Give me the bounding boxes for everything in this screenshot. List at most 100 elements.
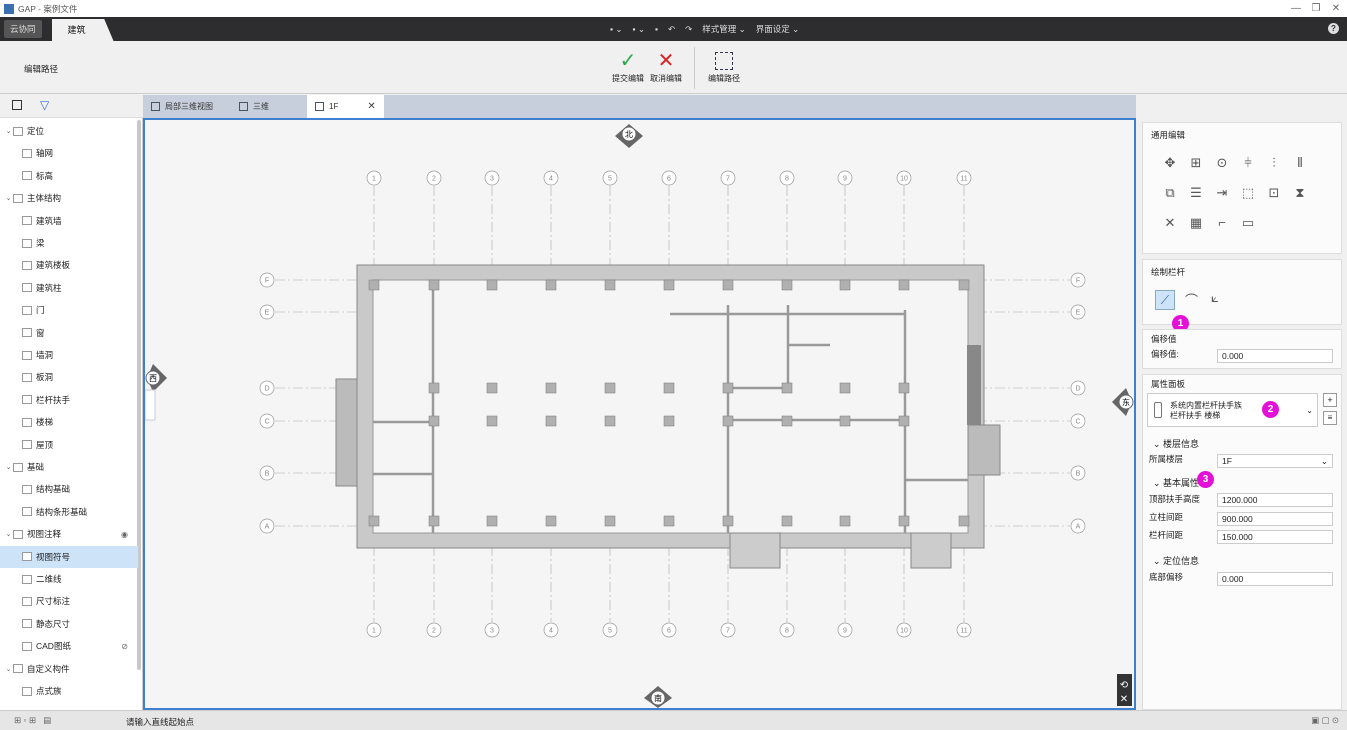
tab-collab[interactable]: 云协同 — [4, 20, 42, 38]
delete-icon[interactable]: ✕ — [1157, 213, 1183, 233]
tree-item[interactable]: 结构条形基础 — [0, 501, 138, 523]
cancel-edit-button[interactable]: ✕ 取消编辑 — [648, 49, 684, 84]
tree-item[interactable]: CAD图纸 ⊘ — [0, 635, 138, 657]
tree-item[interactable]: 窗 — [0, 322, 138, 344]
south-marker[interactable]: 南 — [644, 686, 672, 708]
tree-item[interactable]: 结构基础 — [0, 478, 138, 500]
tree-item-label: 门 — [36, 305, 45, 316]
drawing-viewport[interactable]: 1 1 2 2 3 3 4 4 5 5 6 6 7 7 8 8 9 9 10 10 11 11 F F E E D D C C B B A A 北 — [143, 118, 1136, 710]
visibility-icon[interactable]: ◉ — [121, 530, 128, 539]
expand-chevron-icon[interactable]: ⌄ — [4, 530, 13, 538]
style-manager-button[interactable]: 样式管理 ⌄ — [702, 23, 745, 35]
close-view-icon[interactable]: ✕ — [1120, 694, 1128, 705]
floor-section-header[interactable]: ⌄ 楼层信息 — [1153, 437, 1199, 450]
tree-item[interactable]: 板洞 — [0, 366, 138, 388]
expand-chevron-icon[interactable]: ⌄ — [4, 665, 13, 673]
expand-chevron-icon[interactable]: ⌄ — [4, 194, 13, 202]
family-list-button[interactable]: ≡ — [1323, 411, 1337, 425]
post-spacing-input[interactable]: 900.000 — [1217, 512, 1333, 526]
minimize-button[interactable]: — — [1286, 0, 1306, 17]
array-icon[interactable]: ⧉ — [1157, 183, 1183, 203]
tree-item[interactable]: 建筑柱 — [0, 277, 138, 299]
group-icon[interactable]: ⊡ — [1261, 183, 1287, 203]
rotate-icon[interactable]: ⟲ — [1120, 680, 1129, 691]
move-icon[interactable]: ✥ — [1157, 153, 1183, 173]
status-bar: ⊞ ▫ ⊞ ▤ 请输入直线起始点 ▣ ▢ ⊙ — [0, 710, 1347, 730]
pick-line-icon[interactable]: ⟀ — [1211, 290, 1219, 306]
doc-tab-1f[interactable]: 1F ✕ — [307, 95, 384, 118]
tab-build[interactable]: 建筑 — [51, 19, 114, 41]
redo-icon[interactable]: ↷ — [685, 24, 692, 35]
offset-icon[interactable]: ☰ — [1183, 183, 1209, 203]
tree-item[interactable]: 楼梯 — [0, 411, 138, 433]
doc-tab-local-3d[interactable]: 局部三维视图 — [143, 95, 221, 118]
ribbon: 编辑路径 ✓ 提交编辑 ✕ 取消编辑 编辑路径 — [0, 41, 1347, 94]
line-draw-icon[interactable]: ⟋ — [1155, 290, 1175, 310]
tree-item[interactable]: ⌄ 视图注释 ◉ — [0, 523, 138, 545]
edit-path-button[interactable]: 编辑路径 — [704, 49, 744, 84]
tools-icon[interactable]: ▪ ⌄ — [633, 24, 646, 35]
hidden-icon[interactable]: ⊘ — [121, 642, 128, 651]
arc-draw-icon[interactable]: ⌒ — [1185, 290, 1198, 309]
expand-chevron-icon[interactable]: ⌄ — [4, 127, 13, 135]
expand-chevron-icon[interactable]: ⌄ — [4, 463, 13, 471]
grid-snap-icon[interactable]: ⊞ ▫ ⊞ ▤ — [14, 715, 51, 726]
bottom-offset-input[interactable]: 0.000 — [1217, 572, 1333, 586]
save-icon[interactable]: ▪ — [655, 24, 658, 34]
tree-item[interactable]: 墙洞 — [0, 344, 138, 366]
collapse-panel-button[interactable] — [144, 389, 156, 421]
location-section-header[interactable]: ⌄ 定位信息 — [1153, 554, 1199, 567]
floor-select[interactable]: 1F ⌄ — [1217, 454, 1333, 468]
tree-item[interactable]: ⌄ 主体结构 — [0, 187, 138, 209]
measure-icon[interactable]: ▭ — [1235, 213, 1261, 233]
close-button[interactable]: ✕ — [1326, 0, 1346, 17]
restore-button[interactable]: ❐ — [1306, 0, 1326, 17]
tree-item[interactable]: 梁 — [0, 232, 138, 254]
tree-item[interactable]: 二维线 — [0, 568, 138, 590]
scale-icon[interactable]: ⬚ — [1235, 183, 1261, 203]
tree-item[interactable]: 栏杆扶手 — [0, 389, 138, 411]
tree-item[interactable]: 屋顶 — [0, 434, 138, 456]
ui-settings-button[interactable]: 界面设定 ⌄ — [756, 23, 799, 35]
submit-edit-button[interactable]: ✓ 提交编辑 — [610, 49, 646, 84]
tree-item[interactable]: 标高 — [0, 165, 138, 187]
west-marker[interactable]: 西 — [145, 364, 167, 392]
rotate-icon[interactable]: ⊙ — [1209, 153, 1235, 173]
mirror-icon[interactable]: ⧗ — [1287, 183, 1313, 203]
split-icon[interactable]: ⫩ — [1235, 153, 1261, 173]
match-icon[interactable]: ▦ — [1183, 213, 1209, 233]
basic-section-header[interactable]: ⌄ 基本属性 — [1153, 476, 1199, 489]
close-tab-icon[interactable]: ✕ — [367, 101, 375, 112]
doc-tab-3d[interactable]: 三维 — [231, 95, 277, 118]
tree-item[interactable]: 静态尺寸 — [0, 613, 138, 635]
new-file-icon[interactable]: ▪ ⌄ — [610, 24, 623, 35]
copy-icon[interactable]: ⊞ — [1183, 153, 1209, 173]
align-icon[interactable]: ⫶ — [1261, 153, 1287, 173]
undo-icon[interactable]: ↶ — [668, 24, 675, 35]
tree-item[interactable]: ⌄ 定位 — [0, 120, 138, 142]
baluster-spacing-input[interactable]: 150.000 — [1217, 530, 1333, 544]
tree-item[interactable]: 视图符号 — [0, 545, 138, 568]
filter-icon[interactable]: ▽ — [40, 98, 49, 112]
family-selector[interactable]: 系统内置栏杆扶手族 栏杆扶手 楼梯 ⌄ — [1147, 393, 1318, 427]
tree-item[interactable]: 点式族 — [0, 680, 138, 702]
east-marker[interactable]: 东 — [1112, 388, 1134, 416]
tree-item-label: 栏杆扶手 — [36, 394, 71, 405]
add-family-button[interactable]: + — [1323, 393, 1337, 407]
help-icon[interactable]: ? — [1328, 23, 1339, 34]
status-tools-icon[interactable]: ▣ ▢ ⊙ — [1311, 715, 1339, 726]
offset-input[interactable]: 0.000 — [1217, 349, 1333, 363]
tree-item[interactable]: ⌄ 自定义构件 — [0, 658, 138, 680]
tree-item[interactable]: 建筑楼板 — [0, 254, 138, 276]
tree-item[interactable]: 轴网 — [0, 142, 138, 164]
top-rail-height-input[interactable]: 1200.000 — [1217, 493, 1333, 507]
extend-icon[interactable]: ⇥ — [1209, 183, 1235, 203]
tree-item[interactable]: 建筑墙 — [0, 210, 138, 232]
north-marker[interactable]: 北 — [615, 124, 643, 148]
tree-item[interactable]: ⌄ 基础 — [0, 456, 138, 478]
trim-icon[interactable]: ⫴ — [1287, 153, 1313, 173]
paint-icon[interactable]: ⌐ — [1209, 213, 1235, 233]
panel-toggle-icon[interactable] — [12, 100, 22, 110]
tree-item[interactable]: 尺寸标注 — [0, 590, 138, 612]
tree-item[interactable]: 门 — [0, 299, 138, 321]
